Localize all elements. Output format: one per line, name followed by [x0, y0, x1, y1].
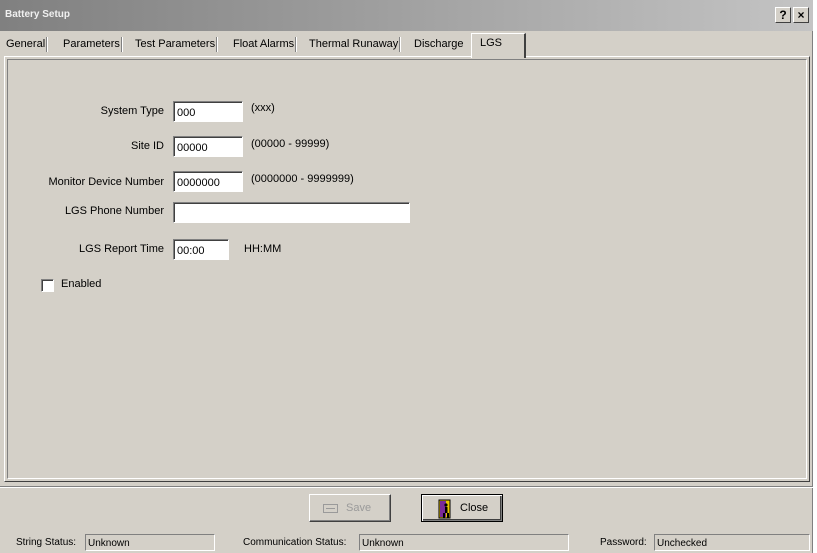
enabled-label[interactable]: Enabled — [61, 278, 101, 290]
tab-test-parameters-label: Test Parameters — [135, 38, 216, 50]
close-button-label: Close — [460, 502, 489, 514]
tab-parameters-label: Parameters — [63, 38, 120, 50]
save-icon — [323, 504, 338, 513]
tab-float-alarms-label: Float Alarms — [233, 38, 295, 50]
save-button[interactable]: Save — [309, 494, 391, 522]
help-button[interactable]: ? — [775, 7, 791, 23]
battery-setup-window: Battery Setup ? × General Parameters Tes… — [0, 0, 813, 553]
door-exit-icon — [438, 499, 451, 519]
system-type-label: System Type — [100, 105, 164, 117]
site-id-input[interactable] — [173, 136, 243, 157]
monitor-device-number-hint: (0000000 - 9999999) — [251, 173, 354, 185]
system-type-hint: (xxx) — [251, 102, 275, 114]
tab-thermal-runaway-label: Thermal Runaway — [309, 38, 399, 50]
tab-float-alarms[interactable]: Float Alarms — [233, 35, 298, 55]
tab-lgs-label: LGS — [480, 37, 503, 49]
tab-discharge-label: Discharge — [414, 38, 464, 50]
lgs-tab-panel-frame — [7, 59, 807, 479]
status-bar: String Status: Unknown Communication Sta… — [0, 531, 813, 553]
button-area-separator — [0, 486, 813, 488]
window-title: Battery Setup — [5, 9, 71, 20]
monitor-device-number-input[interactable] — [173, 171, 243, 192]
site-id-label: Site ID — [130, 140, 164, 152]
lgs-phone-number-label: LGS Phone Number — [64, 205, 164, 217]
tab-lgs[interactable]: LGS — [471, 33, 526, 58]
communication-status-value: Unknown — [359, 534, 569, 551]
password-label: Password: — [600, 537, 647, 548]
tab-test-parameters[interactable]: Test Parameters — [135, 35, 219, 55]
system-type-input[interactable] — [173, 101, 243, 122]
monitor-device-number-label: Monitor Device Number — [48, 176, 164, 188]
tab-general[interactable]: General — [6, 35, 49, 55]
enabled-checkbox[interactable] — [41, 279, 54, 292]
close-window-button[interactable]: × — [793, 7, 809, 23]
tab-parameters[interactable]: Parameters — [63, 35, 123, 55]
tab-thermal-runaway[interactable]: Thermal Runaway — [309, 35, 402, 55]
tab-discharge[interactable]: Discharge — [414, 35, 464, 55]
string-status-label: String Status: — [16, 537, 77, 548]
password-value: Unchecked — [654, 534, 810, 551]
site-id-hint: (00000 - 99999) — [251, 138, 330, 150]
lgs-tab-panel — [4, 56, 810, 482]
close-button[interactable]: Close — [421, 494, 503, 522]
lgs-report-time-label: LGS Report Time — [79, 243, 164, 255]
lgs-report-time-hint: HH:MM — [244, 243, 282, 255]
save-button-label: Save — [346, 502, 372, 514]
lgs-phone-number-input[interactable] — [173, 202, 410, 223]
communication-status-label: Communication Status: — [243, 537, 347, 548]
tab-general-label: General — [6, 38, 46, 50]
lgs-report-time-input[interactable] — [173, 239, 229, 260]
string-status-value: Unknown — [85, 534, 215, 551]
title-bar[interactable]: Battery Setup ? × — [0, 0, 813, 31]
